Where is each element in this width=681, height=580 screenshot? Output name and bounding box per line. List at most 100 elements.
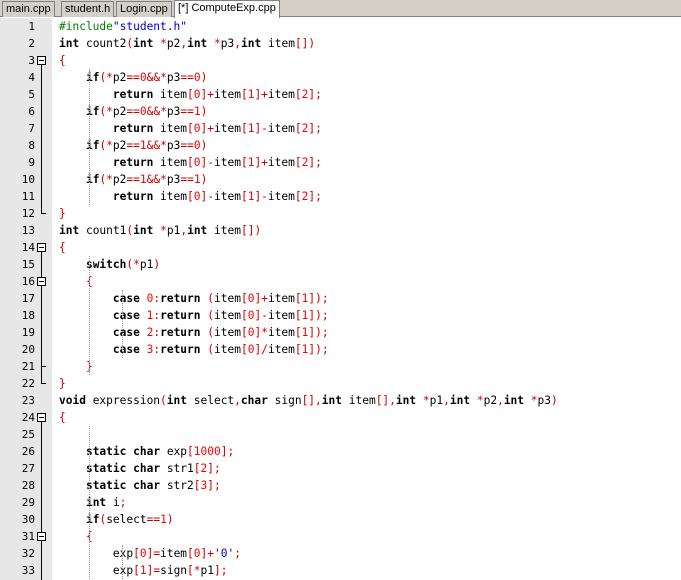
line-number: 5 bbox=[28, 88, 35, 101]
line-number: 1 bbox=[28, 20, 35, 33]
fold-collapse-icon[interactable] bbox=[37, 413, 46, 422]
code-line[interactable]: if(*p2==0&&*p3==1) bbox=[59, 103, 207, 120]
code-line[interactable]: case 3:return (item[0]/item[1]); bbox=[59, 341, 329, 358]
code-line[interactable]: case 0:return (item[0]+item[1]); bbox=[59, 290, 329, 307]
code-line[interactable]: } bbox=[59, 358, 93, 375]
code-token: == bbox=[180, 173, 194, 186]
code-token: ]; bbox=[207, 462, 221, 475]
code-line[interactable]: int i; bbox=[59, 494, 126, 511]
code-line[interactable]: { bbox=[59, 273, 93, 290]
code-line[interactable]: { bbox=[59, 239, 66, 256]
code-token: int bbox=[187, 224, 208, 237]
code-line[interactable]: case 1:return (item[0]-item[1]); bbox=[59, 307, 329, 324]
code-token: [ bbox=[193, 462, 201, 475]
code-line[interactable]: void expression(int select,char sign[],i… bbox=[59, 392, 558, 409]
code-line[interactable]: exp[0]=item[0]+'0'; bbox=[59, 545, 241, 562]
code-token: [ bbox=[187, 88, 194, 101]
code-line[interactable]: } bbox=[59, 375, 66, 392]
code-line[interactable]: return item[0]-item[1]+item[2]; bbox=[59, 154, 322, 171]
indent-guide bbox=[89, 69, 90, 205]
fold-end-marker bbox=[41, 366, 46, 367]
code-token: [ bbox=[294, 190, 302, 203]
code-token: ]; bbox=[308, 156, 322, 169]
fold-collapse-icon[interactable] bbox=[37, 243, 46, 252]
code-line[interactable]: static char exp[1000]; bbox=[59, 443, 234, 460]
fold-collapse-icon[interactable] bbox=[37, 532, 46, 541]
code-token: == bbox=[180, 71, 194, 84]
code-line[interactable]: switch(*p1) bbox=[59, 256, 160, 273]
code-line[interactable]: int count1(int *p1,int item[]) bbox=[59, 222, 261, 239]
code-token: case bbox=[112, 326, 140, 339]
code-line[interactable]: { bbox=[59, 52, 66, 69]
code-area[interactable]: #include"student.h" int count2(int *p2,in… bbox=[52, 18, 681, 580]
code-token: ]- bbox=[254, 309, 268, 322]
code-line[interactable]: static char str1[2]; bbox=[59, 460, 221, 477]
code-token: item bbox=[153, 88, 187, 101]
code-token: []) bbox=[294, 37, 316, 50]
code-token: * bbox=[214, 37, 221, 50]
line-number: 22 bbox=[21, 377, 35, 390]
tab-computeexp-cpp[interactable]: [*] ComputeExp.cpp bbox=[174, 0, 280, 18]
tab-login-cpp[interactable]: Login.cpp bbox=[116, 1, 172, 17]
code-line[interactable]: if(*p2==0&&*p3==0) bbox=[59, 69, 207, 86]
tab-student-h[interactable]: student.h bbox=[61, 1, 115, 17]
code-line[interactable]: exp[1]=sign[*p1]; bbox=[59, 562, 228, 579]
code-token: char bbox=[133, 445, 161, 458]
code-token: p1 bbox=[429, 394, 444, 407]
code-line[interactable]: return item[0]+item[1]-item[2]; bbox=[59, 120, 322, 137]
code-token: [ bbox=[294, 156, 302, 169]
code-token: 0 bbox=[193, 156, 201, 169]
code-token: , bbox=[234, 394, 241, 407]
code-token: int bbox=[449, 394, 471, 407]
code-editor[interactable]: 1 2 3 4 5 6 7 8 9 10 11 12 13 14 15 16 17 18 19 20 21 22 23 24 2… bbox=[0, 18, 681, 580]
code-line[interactable]: if(*p2==1&&*p3==0) bbox=[59, 137, 207, 154]
tab-main-cpp[interactable]: main.cpp bbox=[2, 1, 55, 17]
code-line[interactable]: case 2:return (item[0]*item[1]); bbox=[59, 324, 329, 341]
line-number: 4 bbox=[28, 71, 35, 84]
code-token: == bbox=[180, 105, 194, 118]
code-token: ]; bbox=[214, 564, 228, 577]
code-token: p1 bbox=[166, 224, 181, 237]
code-token: ; bbox=[234, 547, 241, 560]
code-token: &&* bbox=[146, 173, 167, 186]
fold-collapse-icon[interactable] bbox=[37, 56, 46, 65]
code-line[interactable]: if(*p2==1&&*p3==1) bbox=[59, 171, 207, 188]
line-number: 26 bbox=[21, 445, 35, 458]
code-token: ]); bbox=[308, 326, 329, 339]
code-line[interactable]: int count2(int *p2,int *p3,int item[]) bbox=[59, 35, 315, 52]
code-line[interactable]: static char str2[3]; bbox=[59, 477, 221, 494]
code-token: [ bbox=[240, 292, 248, 305]
code-token: == bbox=[180, 139, 194, 152]
code-token: ) bbox=[153, 258, 161, 271]
code-line[interactable]: return item[0]+item[1]+item[2]; bbox=[59, 86, 322, 103]
code-token: item bbox=[153, 190, 187, 203]
code-token: [ bbox=[294, 292, 302, 305]
code-line[interactable]: #include"student.h" bbox=[59, 18, 187, 35]
line-number: 11 bbox=[21, 190, 35, 203]
code-line[interactable]: } bbox=[59, 205, 66, 222]
code-token: ]+ bbox=[200, 88, 214, 101]
code-line[interactable]: if(select==1) bbox=[59, 511, 174, 528]
code-token: int bbox=[166, 394, 188, 407]
code-token: ) bbox=[200, 173, 208, 186]
code-token: p2 bbox=[483, 394, 498, 407]
line-number: 20 bbox=[21, 343, 35, 356]
code-line[interactable]: { bbox=[59, 528, 93, 545]
code-token: char bbox=[240, 394, 268, 407]
code-token: ]; bbox=[308, 122, 322, 135]
code-line[interactable]: { bbox=[59, 409, 66, 426]
code-token: 1 bbox=[139, 139, 147, 152]
fold-collapse-icon[interactable] bbox=[37, 277, 46, 286]
code-line[interactable]: return item[0]-item[1]-item[2]; bbox=[59, 188, 322, 205]
code-token: case bbox=[112, 343, 140, 356]
line-number: 10 bbox=[21, 173, 35, 186]
